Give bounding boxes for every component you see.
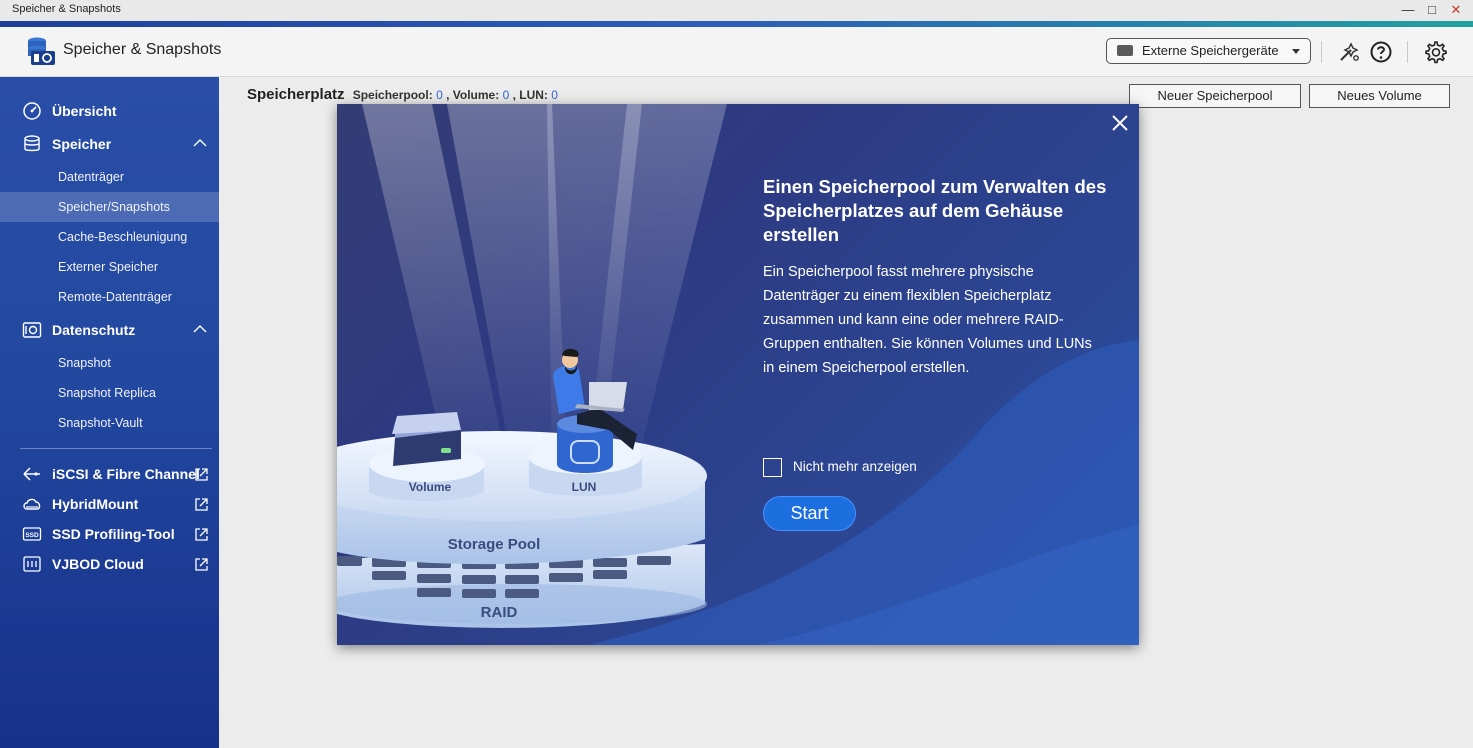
external-devices-dropdown[interactable]: Externe Speichergeräte	[1106, 38, 1311, 64]
sidebar-item-disks[interactable]: Datenträger	[0, 162, 219, 192]
sidebar-item-label: HybridMount	[52, 496, 139, 512]
external-link-icon[interactable]	[194, 527, 209, 542]
sidebar-link-hybridmount[interactable]: HybridMount	[0, 489, 219, 519]
database-icon	[24, 135, 40, 152]
minimize-icon[interactable]: —	[1399, 2, 1417, 18]
lun-count: 0	[551, 88, 558, 102]
volume-count: 0	[502, 88, 510, 102]
sidebar-item-label: Datenschutz	[52, 322, 136, 338]
settings-icon[interactable]	[1423, 40, 1447, 64]
ssd-icon: SSD	[22, 527, 42, 541]
new-volume-button[interactable]: Neues Volume	[1309, 84, 1450, 108]
sidebar-item-storage[interactable]: Speicher	[0, 129, 219, 159]
external-devices-label: Externe Speichergeräte	[1142, 43, 1279, 58]
external-link-icon[interactable]	[194, 467, 209, 482]
sidebar-item-cache[interactable]: Cache-Beschleunigung	[0, 222, 219, 252]
storage-pool-label: Storage Pool	[448, 536, 541, 553]
sidebar-item-remote-disks[interactable]: Remote-Datenträger	[0, 282, 219, 312]
sidebar-link-iscsi[interactable]: iSCSI & Fibre Channel	[0, 459, 219, 489]
sidebar-item-overview[interactable]: Übersicht	[0, 96, 219, 126]
external-link-icon[interactable]	[194, 497, 209, 512]
window-titlebar: Speicher & Snapshots — □ ✕	[0, 0, 1473, 21]
dont-show-again-label[interactable]: Nicht mehr anzeigen	[793, 459, 917, 474]
dropdown-caret-icon	[1292, 49, 1300, 54]
sidebar: Übersicht Speicher Datenträger Speicher/…	[0, 77, 219, 748]
sidebar-item-label: Speicher	[52, 136, 112, 152]
app-title: Speicher & Snapshots	[63, 41, 222, 58]
sidebar-item-snapshot-vault[interactable]: Snapshot-Vault	[0, 408, 219, 438]
dialog-title: Einen Speicherpool zum Verwalten des Spe…	[763, 176, 1107, 245]
storage-stats: Speicherpool: 0 , Volume: 0 , LUN: 0	[352, 88, 558, 102]
ssd-badge: SSD	[25, 532, 39, 539]
close-window-icon[interactable]: ✕	[1447, 2, 1465, 18]
sidebar-item-external-storage[interactable]: Externer Speicher	[0, 252, 219, 282]
dialog-description: Ein Speicherpool fasst mehrere physische…	[763, 264, 1092, 376]
sidebar-item-label: Übersicht	[52, 103, 117, 119]
sidebar-item-label: SSD Profiling-Tool	[52, 526, 175, 542]
volume-label: Volume	[409, 480, 452, 494]
external-link-icon[interactable]	[194, 557, 209, 572]
chevron-up-icon[interactable]	[193, 138, 207, 148]
lun-label: LUN	[572, 480, 597, 494]
sidebar-item-label: VJBOD Cloud	[52, 556, 144, 572]
chevron-up-icon[interactable]	[193, 324, 207, 334]
sidebar-item-data-protection[interactable]: Datenschutz	[0, 315, 219, 345]
window-title: Speicher & Snapshots	[12, 3, 121, 15]
close-icon[interactable]	[1109, 112, 1131, 134]
diagnostics-icon[interactable]	[1337, 40, 1361, 64]
create-pool-dialog: Volume LUN Storage Pool RAID Einen Speic…	[337, 104, 1139, 645]
sidebar-item-label: iSCSI & Fibre Channel	[52, 466, 200, 482]
sidebar-item-snapshot[interactable]: Snapshot	[0, 348, 219, 378]
camera-safe-icon	[22, 322, 42, 338]
new-storage-pool-button[interactable]: Neuer Speicherpool	[1129, 84, 1301, 108]
help-icon[interactable]	[1369, 40, 1393, 64]
pool-count: 0	[436, 88, 443, 102]
app-logo-icon	[28, 37, 55, 65]
dont-show-again-checkbox[interactable]	[763, 458, 782, 477]
storage-space-title: Speicherplatz	[247, 86, 345, 103]
sidebar-divider	[20, 448, 212, 449]
vjbod-icon	[23, 556, 41, 572]
iscsi-icon	[23, 467, 40, 481]
sidebar-item-snapshot-replica[interactable]: Snapshot Replica	[0, 378, 219, 408]
dashboard-icon	[23, 102, 41, 120]
page-title: Speicherplatz Speicherpool: 0 , Volume: …	[247, 86, 558, 103]
sidebar-link-vjbod-cloud[interactable]: VJBOD Cloud	[0, 549, 219, 579]
app-header: Speicher & Snapshots Externe Speicherger…	[0, 27, 1473, 77]
maximize-icon[interactable]: □	[1423, 2, 1441, 18]
sidebar-item-storage-snapshots[interactable]: Speicher/Snapshots	[0, 192, 219, 222]
raid-label: RAID	[481, 604, 518, 621]
start-button[interactable]: Start	[763, 496, 856, 531]
sidebar-link-ssd-profiling[interactable]: SSD SSD Profiling-Tool	[0, 519, 219, 549]
header-divider	[1321, 41, 1322, 63]
header-divider	[1407, 41, 1408, 63]
external-drive-icon	[1117, 45, 1133, 56]
volume-drive-icon	[392, 412, 461, 466]
cloud-icon	[23, 498, 41, 510]
